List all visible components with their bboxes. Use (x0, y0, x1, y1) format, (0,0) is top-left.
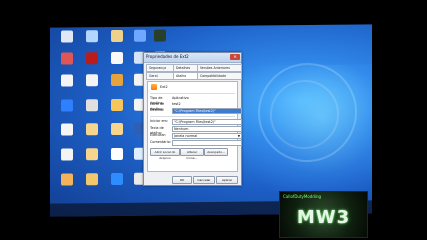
start-in-label: Iniciar em: (150, 119, 168, 123)
cancel-button[interactable]: Cancelar (193, 176, 215, 184)
target-input[interactable]: "C:\Program Files\test2\" (172, 108, 242, 114)
desktop-icon-app[interactable] (78, 173, 106, 186)
start-in-input[interactable]: "C:\Program Files\test2\" (172, 119, 242, 125)
comment-label: Comentário: (150, 140, 171, 144)
target-label: Destino: (150, 108, 165, 112)
logo-title: CallofDutyModding (283, 194, 322, 199)
run-label: Executar: (150, 133, 167, 137)
desktop-icon-app[interactable] (53, 52, 81, 65)
desktop-icon-app[interactable] (78, 30, 106, 43)
desktop-icon-app[interactable] (53, 99, 81, 112)
desktop-icon-app[interactable] (53, 74, 81, 87)
dialog-tabs: Segurança Detalhes Versões Anteriores Ge… (146, 64, 242, 80)
desktop-icon-app[interactable] (78, 148, 106, 161)
desktop-icon-app[interactable] (78, 123, 106, 136)
properties-dialog: Propriedades de Ext2 ✕ Segurança Detalhe… (143, 52, 242, 186)
run-select[interactable]: Janela normal ▼ (172, 133, 242, 139)
divider (150, 116, 235, 117)
desktop-icon-app[interactable] (78, 52, 106, 65)
desktop-icon-app[interactable] (78, 99, 106, 112)
desktop-icon-folder[interactable] (146, 29, 174, 42)
target-location-value: test2 (172, 102, 181, 106)
target-type-value: Aplicativo (172, 96, 189, 100)
comment-input[interactable] (172, 140, 242, 146)
ok-button[interactable]: OK (172, 176, 192, 184)
advanced-button[interactable]: Avançado... (204, 148, 228, 156)
wallpaper-swirl-inner (270, 79, 339, 150)
desktop-icon-app[interactable] (53, 148, 81, 161)
app-name: Ext2 (160, 85, 168, 89)
desktop-icon-app[interactable] (78, 74, 106, 87)
logo-text: MW3 (296, 207, 351, 228)
dialog-title: Propriedades de Ext2 (146, 54, 189, 59)
tab-compatibility[interactable]: Compatibilidade (197, 72, 242, 80)
apply-button[interactable]: Aplicar (216, 176, 238, 184)
change-icon-button[interactable]: Alterar Ícone... (180, 148, 204, 160)
divider (150, 93, 235, 94)
shortcut-tab-content: Ext2 Tipo de destino: Aplicativo Local d… (147, 81, 242, 172)
app-icon (151, 84, 157, 90)
dialog-titlebar[interactable]: Propriedades de Ext2 ✕ (144, 53, 241, 63)
tab-previous-versions[interactable]: Versões Anteriores (197, 64, 242, 72)
dialog-footer: OK Cancelar Aplicar (144, 173, 241, 185)
chevron-down-icon: ▼ (237, 134, 240, 138)
close-button[interactable]: ✕ (230, 54, 240, 60)
desktop-icon-app[interactable] (53, 173, 81, 186)
desktop-icon-app[interactable] (53, 123, 81, 136)
desktop-icon-trash[interactable] (53, 30, 81, 43)
shortcut-key-input[interactable]: Nenhum (172, 126, 242, 132)
open-file-location-button[interactable]: Abrir Local do Arquivo (150, 148, 180, 160)
run-select-value: Janela normal (174, 134, 198, 138)
mw3-overlay: CallofDutyModding MW3 (279, 191, 368, 238)
